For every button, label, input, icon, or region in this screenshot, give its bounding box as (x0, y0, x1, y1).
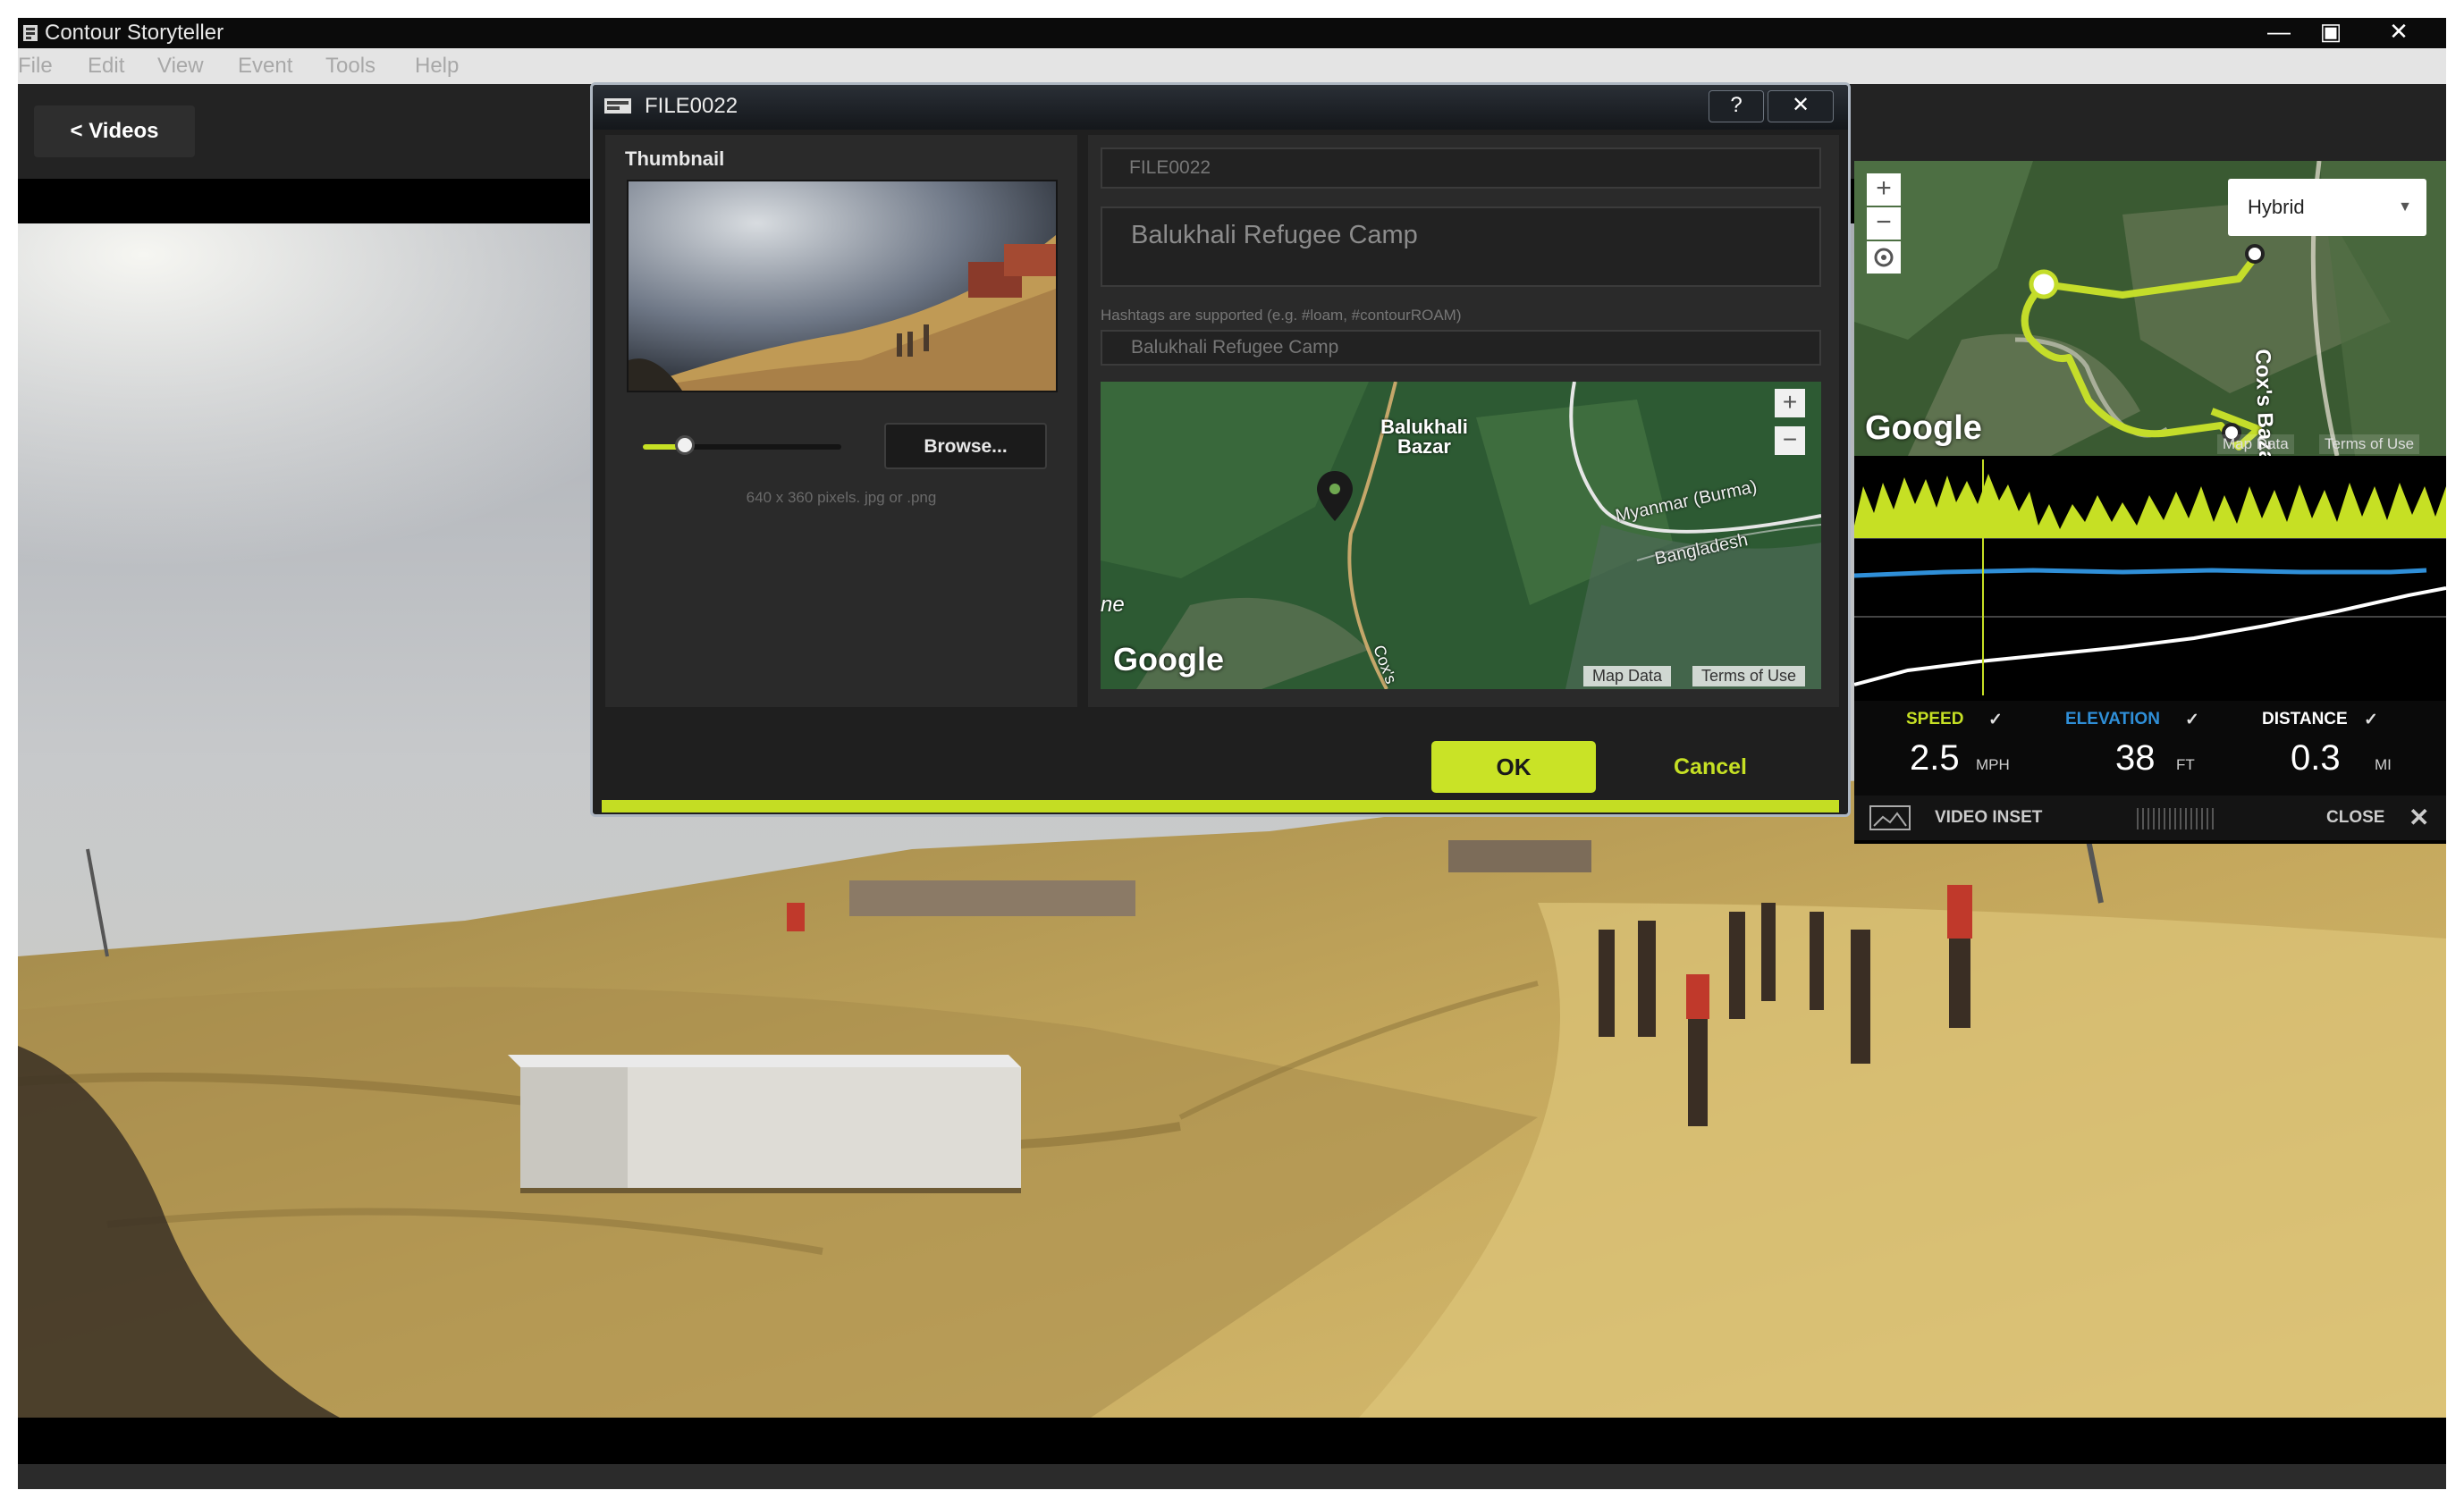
location-map[interactable]: Balukhali Bazar Myanmar (Burma) Banglade… (1101, 382, 1821, 689)
map-terms-link[interactable]: Terms of Use (1692, 666, 1806, 686)
dialog-title-bar[interactable]: FILE0022 ? ✕ (593, 85, 1848, 130)
location-map-zoom-out-button[interactable]: − (1775, 426, 1805, 455)
video-letterbox-bottom (18, 1418, 2446, 1464)
menu-view[interactable]: View (157, 54, 204, 79)
google-logo: Google (1865, 409, 1982, 447)
thumbnail-label: Thumbnail (625, 147, 725, 170)
distance-unit: MI (2375, 756, 2392, 773)
ok-button[interactable]: OK (1431, 741, 1596, 793)
dialog-app-icon (604, 98, 631, 114)
telemetry-graphs[interactable] (1854, 459, 2446, 695)
route-map-recenter-button[interactable] (1867, 241, 1901, 274)
chevron-down-icon: ▼ (2398, 199, 2412, 215)
speed-value: 2.5 (1910, 738, 1960, 778)
close-panel-icon[interactable]: ✕ (2409, 803, 2429, 832)
route-map[interactable]: + − Hybrid ▼ Cox's Bazar Google Map Data… (1854, 161, 2446, 456)
description-field[interactable]: Balukhali Refugee Camp (1101, 206, 1821, 287)
close-panel-label[interactable]: CLOSE (2326, 808, 2384, 828)
tags-field[interactable]: Balukhali Refugee Camp (1101, 330, 1821, 366)
route-map-zoom-in-button[interactable]: + (1867, 173, 1901, 206)
details-panel: FILE0022 Balukhali Refugee Camp Hashtags… (1088, 135, 1839, 707)
menu-tools[interactable]: Tools (325, 54, 376, 79)
map-type-select[interactable]: Hybrid ▼ (2228, 179, 2426, 236)
elevation-check-icon[interactable]: ✓ (2185, 710, 2199, 730)
menu-file[interactable]: File (18, 54, 53, 79)
window-title: Contour Storyteller (45, 21, 224, 45)
status-bar (18, 1464, 2446, 1489)
thumbnail-preview (627, 180, 1058, 392)
map-data-link[interactable]: Map Data (1583, 666, 1672, 686)
location-map-zoom-in-button[interactable]: + (1775, 389, 1805, 417)
close-window-button[interactable]: ✕ (2369, 18, 2428, 46)
dialog-accent-bar (602, 800, 1839, 812)
browse-button[interactable]: Browse... (884, 423, 1047, 469)
distance-value: 0.3 (2291, 738, 2341, 778)
dialog-help-button[interactable]: ? (1709, 90, 1764, 122)
thumbnail-panel: Thumbnail Browse... 640 x 360 pixels. jp… (605, 135, 1077, 707)
map-type-value: Hybrid (2248, 196, 2305, 218)
file-name-field[interactable]: FILE0022 (1101, 147, 1821, 189)
dialog-title: FILE0022 (645, 94, 738, 118)
route-map-terms-link[interactable]: Terms of Use (2319, 434, 2420, 454)
map-place-label: Balukhali Bazar (1380, 416, 1468, 458)
recenter-icon (1874, 248, 1894, 267)
minimize-button[interactable]: — (2255, 18, 2303, 46)
distance-check-icon[interactable]: ✓ (2364, 710, 2378, 730)
google-logo: Google (1113, 641, 1224, 678)
app-window: Contour Storyteller — ▣ ✕ File Edit View… (18, 18, 2446, 1489)
panel-drag-handle[interactable] (2137, 808, 2217, 829)
route-map-data-link[interactable]: Map Data (2217, 434, 2294, 454)
elevation-unit: FT (2176, 756, 2195, 773)
restore-button[interactable]: ▣ (2307, 18, 2355, 46)
menu-event[interactable]: Event (238, 54, 292, 79)
video-inset-icon[interactable] (1869, 804, 1911, 831)
menu-edit[interactable]: Edit (88, 54, 124, 79)
elevation-value: 38 (2115, 738, 2156, 778)
video-inset-bar: VIDEO INSET CLOSE ✕ (1854, 796, 2446, 840)
file-properties-dialog: FILE0022 ? ✕ Thumbnail Browse... 640 x 3… (590, 82, 1851, 817)
telemetry-panel: + − Hybrid ▼ Cox's Bazar Google Map Data… (1854, 161, 2446, 844)
thumbnail-image (629, 181, 1056, 391)
route-map-zoom-out-button[interactable]: − (1867, 207, 1901, 240)
elevation-label: ELEVATION (2065, 710, 2160, 728)
metrics-readout: SPEED ✓ 2.5 MPH ELEVATION ✓ 38 FT DISTAN… (1854, 701, 2446, 796)
speed-check-icon[interactable]: ✓ (1988, 710, 2003, 730)
thumbnail-size-hint: 640 x 360 pixels. jpg or .png (746, 489, 937, 506)
map-edge-label: ne (1101, 593, 1125, 617)
cancel-button[interactable]: Cancel (1630, 741, 1791, 793)
thumbnail-slider-handle[interactable] (675, 435, 695, 455)
distance-label: DISTANCE (2262, 710, 2348, 728)
video-inset-label[interactable]: VIDEO INSET (1935, 808, 2042, 828)
speed-unit: MPH (1976, 756, 2010, 773)
speed-label: SPEED (1906, 710, 1964, 728)
hashtag-hint: Hashtags are supported (e.g. #loam, #con… (1101, 307, 1462, 324)
menu-bar: File Edit View Event Tools Help (18, 48, 2446, 84)
dialog-close-button[interactable]: ✕ (1768, 90, 1834, 122)
app-logo-icon (23, 25, 38, 41)
menu-help[interactable]: Help (415, 54, 459, 79)
back-to-videos-button[interactable]: < Videos (34, 105, 195, 157)
title-bar: Contour Storyteller — ▣ ✕ (18, 18, 2446, 48)
